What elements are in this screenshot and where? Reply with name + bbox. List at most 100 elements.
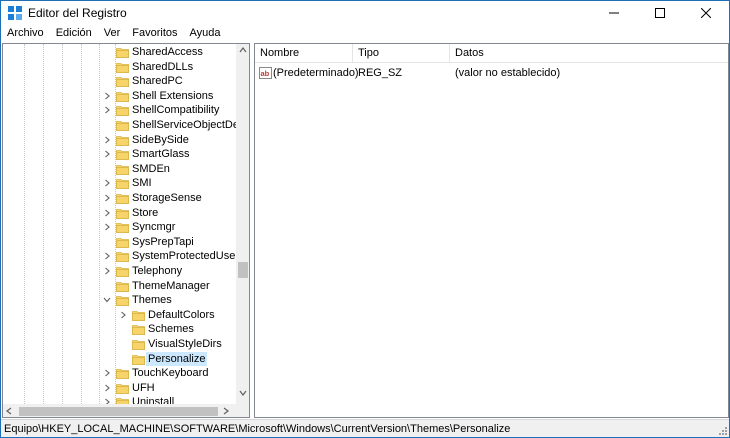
folder-icon [116,398,129,404]
tree-item[interactable]: SharedDLLs [3,60,236,74]
folder-icon [132,340,145,350]
tree-item[interactable]: Schemes [3,322,236,336]
folder-icon [116,281,129,292]
chevron-right-icon[interactable] [103,149,111,159]
folder-icon [132,354,145,365]
resize-grip-icon[interactable] [717,425,727,435]
chevron-right-icon[interactable] [103,208,111,218]
column-header-data[interactable]: Datos [450,44,728,63]
menu-ayuda[interactable]: Ayuda [184,25,227,43]
tree-item[interactable]: SysPrepTapi [3,235,236,249]
title-bar[interactable]: Editor del Registro [1,1,729,25]
close-button[interactable] [683,1,729,25]
tree-item[interactable]: SharedPC [3,74,236,88]
chevron-down-icon[interactable] [103,295,111,305]
tree-item[interactable]: TouchKeyboard [3,366,236,380]
tree-item[interactable]: ShellServiceObjectDelayl [3,118,236,132]
tree-item[interactable]: SystemProtectedUserDat [3,249,236,263]
folder-icon [116,150,129,161]
status-path: Equipo\HKEY_LOCAL_MACHINE\SOFTWARE\Micro… [4,423,511,435]
menu-archivo[interactable]: Archivo [1,25,50,43]
chevron-right-icon[interactable] [119,310,127,320]
maximize-icon [655,8,665,18]
value-name: (Predeterminado) [273,67,359,79]
scroll-right-icon[interactable] [223,407,229,415]
minimize-icon [609,12,619,14]
registry-values-list[interactable]: Nombre Tipo Datos ab (Predeterminado) RE… [254,43,729,418]
tree-item[interactable]: DefaultColors [3,308,236,322]
registry-key-tree[interactable]: SharedAccess SharedDLLs SharedPC Shell Exte… [2,43,250,418]
tree-item-label: Telephony [132,265,183,277]
tree-item[interactable]: Themes [3,293,236,307]
tree-item[interactable]: Uninstall [3,395,236,404]
tree-item[interactable]: Telephony [3,264,236,278]
tree-item[interactable]: SMDEn [3,162,236,176]
tree-item-label: VisualStyleDirs [148,338,222,350]
tree-item[interactable]: SharedAccess [3,45,236,59]
tree-item[interactable]: Syncmgr [3,220,236,234]
maximize-button[interactable] [637,1,683,25]
tree-item-label: SystemProtectedUserDat [132,250,236,263]
vertical-scroll-thumb[interactable] [238,262,248,278]
scroll-down-icon[interactable] [239,390,247,396]
value-data: (valor no establecido) [455,67,561,79]
tree-item[interactable]: SmartGlass [3,147,236,161]
chevron-right-icon[interactable] [103,105,111,115]
chevron-right-icon[interactable] [103,397,111,404]
tree-item-label: ShellServiceObjectDelayl [132,119,236,131]
tree-item-label: SmartGlass [132,148,190,161]
folder-icon [116,179,129,190]
tree-item-label: Themes [132,294,172,307]
folder-icon [116,194,129,204]
tree-item-label: Store [132,206,159,219]
tree-item[interactable]: StorageSense [3,191,236,205]
chevron-right-icon[interactable] [103,91,111,101]
chevron-right-icon[interactable] [103,251,111,261]
folder-icon [116,135,129,146]
tree-item[interactable]: SMI [3,176,236,190]
folder-icon [132,310,145,321]
tree-item-label: SharedPC [132,75,183,88]
tree-item[interactable]: ShellCompatibility [3,103,236,117]
close-icon [701,8,711,18]
tree-item[interactable]: Store [3,206,236,220]
chevron-right-icon[interactable] [103,383,111,393]
tree-item[interactable]: Shell Extensions [3,89,236,103]
chevron-right-icon[interactable] [103,135,111,145]
chevron-right-icon[interactable] [103,178,111,188]
list-item[interactable]: ab (Predeterminado) REG_SZ (valor no est… [255,65,728,81]
tree-vertical-scrollbar[interactable] [236,44,249,404]
chevron-right-icon[interactable] [103,266,111,276]
tree-item[interactable]: ThemeManager [3,279,236,293]
open-folder-icon [116,296,129,307]
column-header-type[interactable]: Tipo [353,44,450,63]
chevron-right-icon[interactable] [103,368,111,378]
scroll-up-icon[interactable] [239,47,247,53]
minimize-button[interactable] [591,1,637,25]
tree-item[interactable]: VisualStyleDirs [3,337,236,351]
tree-item[interactable]: Personalize [3,351,236,366]
folder-icon [116,267,129,277]
tree-item[interactable]: UFH [3,381,236,395]
tree-horizontal-scrollbar[interactable] [3,404,236,417]
column-header-name[interactable]: Nombre [255,44,353,63]
folder-icon [116,62,129,73]
tree-item[interactable]: SideBySide [3,133,236,147]
svg-text:ab: ab [261,69,270,78]
menu-ver[interactable]: Ver [98,25,127,43]
horizontal-scroll-thumb[interactable] [19,407,218,416]
tree-item-label: SMDEn [132,162,170,175]
tree-item-label: SharedDLLs [132,60,194,73]
value-type: REG_SZ [358,67,403,79]
regedit-app-icon [8,6,22,20]
folder-icon [116,121,129,131]
chevron-right-icon[interactable] [103,193,111,203]
folder-icon [116,91,129,102]
menu-edicion[interactable]: Edición [50,25,98,43]
chevron-right-icon[interactable] [103,222,111,232]
menu-favoritos[interactable]: Favoritos [126,25,183,43]
status-bar: Equipo\HKEY_LOCAL_MACHINE\SOFTWARE\Micro… [1,419,729,437]
scroll-left-icon[interactable] [6,407,12,415]
folder-icon [116,237,129,248]
folder-icon [116,383,129,394]
